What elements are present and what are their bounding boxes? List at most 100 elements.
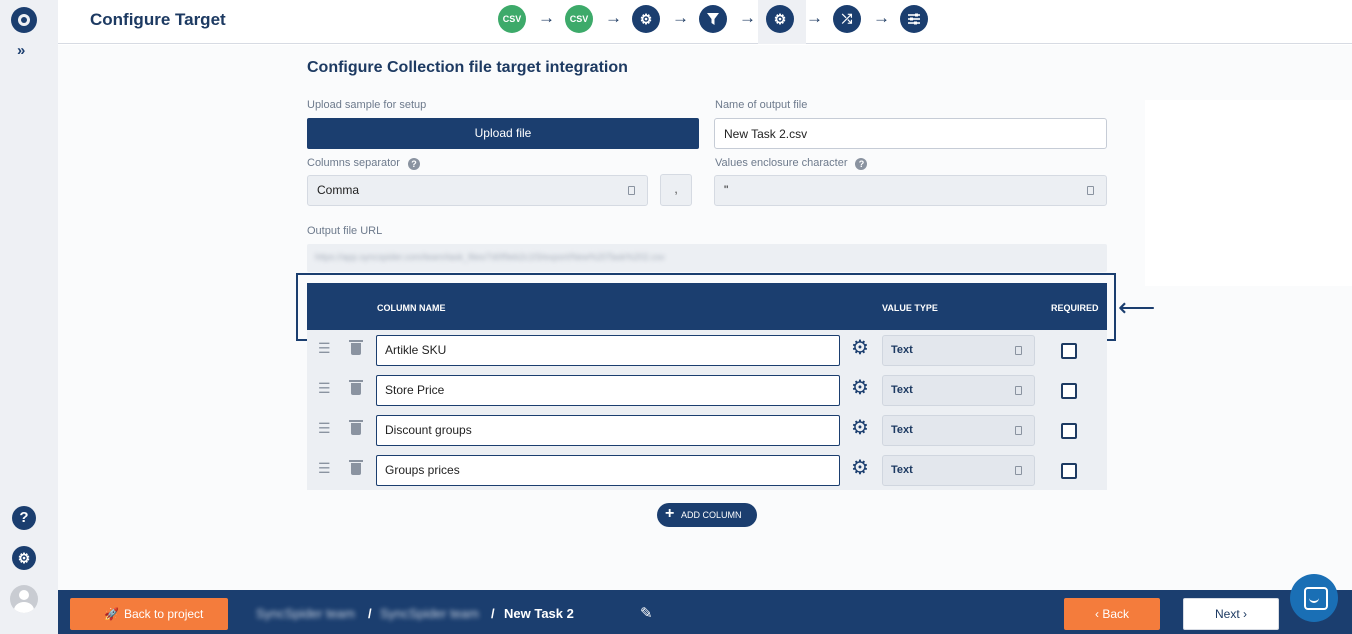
table-row: ☰ Artikle SKU ⚙ Text (307, 330, 1107, 370)
output-url-field[interactable]: https://app.syncspider.com/team/task_fil… (307, 244, 1107, 272)
required-checkbox[interactable] (1061, 423, 1077, 439)
bottom-footer: 🚀 Back to project SyncSpider team / Sync… (58, 590, 1352, 634)
step-arrow-icon: → (672, 8, 689, 27)
column-name-input[interactable]: Groups prices (376, 455, 840, 486)
separator-char-field[interactable]: , (660, 174, 692, 206)
step-target-csv-icon[interactable]: CSV (565, 5, 593, 33)
enclosure-label-row: Values enclosure character? (715, 157, 868, 170)
value-type-select[interactable]: Text (882, 415, 1035, 446)
column-settings-gear-icon[interactable]: ⚙ (851, 377, 869, 399)
value-type-value: Text (891, 384, 913, 396)
step-arrow-icon: → (739, 8, 756, 27)
breadcrumb-separator: / (491, 606, 495, 621)
page-title: Configure Target (90, 10, 226, 29)
drag-handle-icon[interactable]: ☰ (318, 380, 331, 397)
plus-icon: + (665, 505, 675, 522)
enclosure-value: " (724, 183, 729, 197)
dropdown-caret-icon (1015, 386, 1022, 395)
back-to-project-label: Back to project (124, 607, 204, 621)
settings-icon[interactable]: ⚙ (12, 546, 36, 570)
breadcrumb-current-task: New Task 2 (504, 606, 574, 621)
step-filter-icon[interactable] (699, 5, 727, 33)
upload-file-button[interactable]: Upload file (307, 118, 699, 149)
expand-sidebar-icon[interactable]: » (17, 42, 25, 59)
enclosure-character-select[interactable]: " (714, 175, 1107, 206)
column-settings-gear-icon[interactable]: ⚙ (851, 417, 869, 439)
trash-icon[interactable] (349, 340, 363, 355)
next-label: Next (1214, 607, 1240, 621)
columns-separator-select[interactable]: Comma (307, 175, 648, 206)
output-url-label: Output file URL (307, 225, 383, 237)
required-checkbox[interactable] (1061, 343, 1077, 359)
column-name-input[interactable]: Discount groups (376, 415, 840, 446)
column-settings-gear-icon[interactable]: ⚙ (851, 337, 869, 359)
output-name-label: Name of output file (715, 99, 808, 111)
separator-label: Columns separator (307, 157, 400, 169)
output-url-value: https://app.syncspider.com/team/task_fil… (315, 252, 665, 262)
enclosure-label: Values enclosure character (715, 157, 848, 169)
step-source-csv-icon[interactable]: CSV (498, 5, 526, 33)
column-name-input[interactable]: Artikle SKU (376, 335, 840, 366)
value-type-value: Text (891, 424, 913, 436)
annotation-arrow-icon: ⟵ (1118, 292, 1156, 322)
dropdown-caret-icon (1087, 185, 1094, 195)
add-column-button[interactable]: + ADD COLUMN (657, 503, 757, 527)
separator-label-row: Columns separator? (307, 157, 420, 170)
required-checkbox[interactable] (1061, 383, 1077, 399)
step-mapping-shuffle-icon[interactable]: ⤮ (833, 5, 861, 33)
avatar[interactable] (10, 585, 38, 613)
add-column-label: ADD COLUMN (681, 510, 742, 520)
back-button[interactable]: ‹ Back (1064, 598, 1160, 630)
drag-handle-icon[interactable]: ☰ (318, 460, 331, 477)
right-panel (1145, 100, 1352, 286)
logo-icon[interactable] (11, 7, 37, 33)
value-type-select[interactable]: Text (882, 335, 1035, 366)
step-arrow-icon: → (873, 8, 890, 27)
upload-label: Upload sample for setup (307, 99, 427, 111)
table-row: ☰ Store Price ⚙ Text (307, 370, 1107, 410)
required-checkbox[interactable] (1061, 463, 1077, 479)
trash-icon[interactable] (349, 420, 363, 435)
dropdown-caret-icon (1015, 466, 1022, 475)
help-icon[interactable]: ? (12, 506, 36, 530)
rocket-icon: 🚀 (104, 607, 119, 621)
dropdown-caret-icon (628, 185, 635, 195)
column-name-input[interactable]: Store Price (376, 375, 840, 406)
value-type-select[interactable]: Text (882, 455, 1035, 486)
column-settings-gear-icon[interactable]: ⚙ (851, 457, 869, 479)
chat-widget-icon[interactable] (1290, 574, 1338, 622)
dropdown-caret-icon (1015, 346, 1022, 355)
back-label: Back (1102, 607, 1130, 621)
breadcrumb-team[interactable]: SyncSpider team (256, 606, 355, 621)
next-button[interactable]: Next › (1183, 598, 1279, 630)
breadcrumb-project[interactable]: SyncSpider team (380, 606, 479, 621)
step-arrow-icon: → (605, 8, 622, 27)
step-target-config-gear-icon[interactable]: ⚙ (766, 5, 794, 33)
back-to-project-button[interactable]: 🚀 Back to project (70, 598, 228, 630)
table-row: ☰ Groups prices ⚙ Text (307, 450, 1107, 490)
enclosure-help-icon[interactable]: ? (855, 158, 868, 170)
edit-pencil-icon[interactable]: ✎ (640, 604, 653, 622)
trash-icon[interactable] (349, 380, 363, 395)
separator-value: Comma (317, 183, 360, 197)
dropdown-caret-icon (1015, 426, 1022, 435)
value-type-select[interactable]: Text (882, 375, 1035, 406)
value-type-value: Text (891, 464, 913, 476)
section-title: Configure Collection file target integra… (307, 59, 628, 76)
output-file-name-input[interactable] (714, 118, 1107, 149)
table-row: ☰ Discount groups ⚙ Text (307, 410, 1107, 450)
step-arrow-icon: → (538, 8, 555, 27)
drag-handle-icon[interactable]: ☰ (318, 340, 331, 357)
step-settings-gear-icon[interactable]: ⚙ (632, 5, 660, 33)
drag-handle-icon[interactable]: ☰ (318, 420, 331, 437)
columns-table-body: ☰ Artikle SKU ⚙ Text ☰ Store Price ⚙ Tex… (307, 330, 1107, 490)
step-arrow-icon: → (806, 8, 823, 27)
step-sliders-icon[interactable] (900, 5, 928, 33)
value-type-value: Text (891, 344, 913, 356)
trash-icon[interactable] (349, 460, 363, 475)
chevron-right-icon: › (1239, 607, 1248, 621)
top-header: Configure Target CSV → CSV → ⚙ → → ⚙ → ⤮… (58, 0, 1352, 44)
separator-help-icon[interactable]: ? (407, 158, 420, 170)
breadcrumb-separator: / (368, 606, 372, 621)
main-content: Configure Collection file target integra… (58, 45, 1352, 590)
